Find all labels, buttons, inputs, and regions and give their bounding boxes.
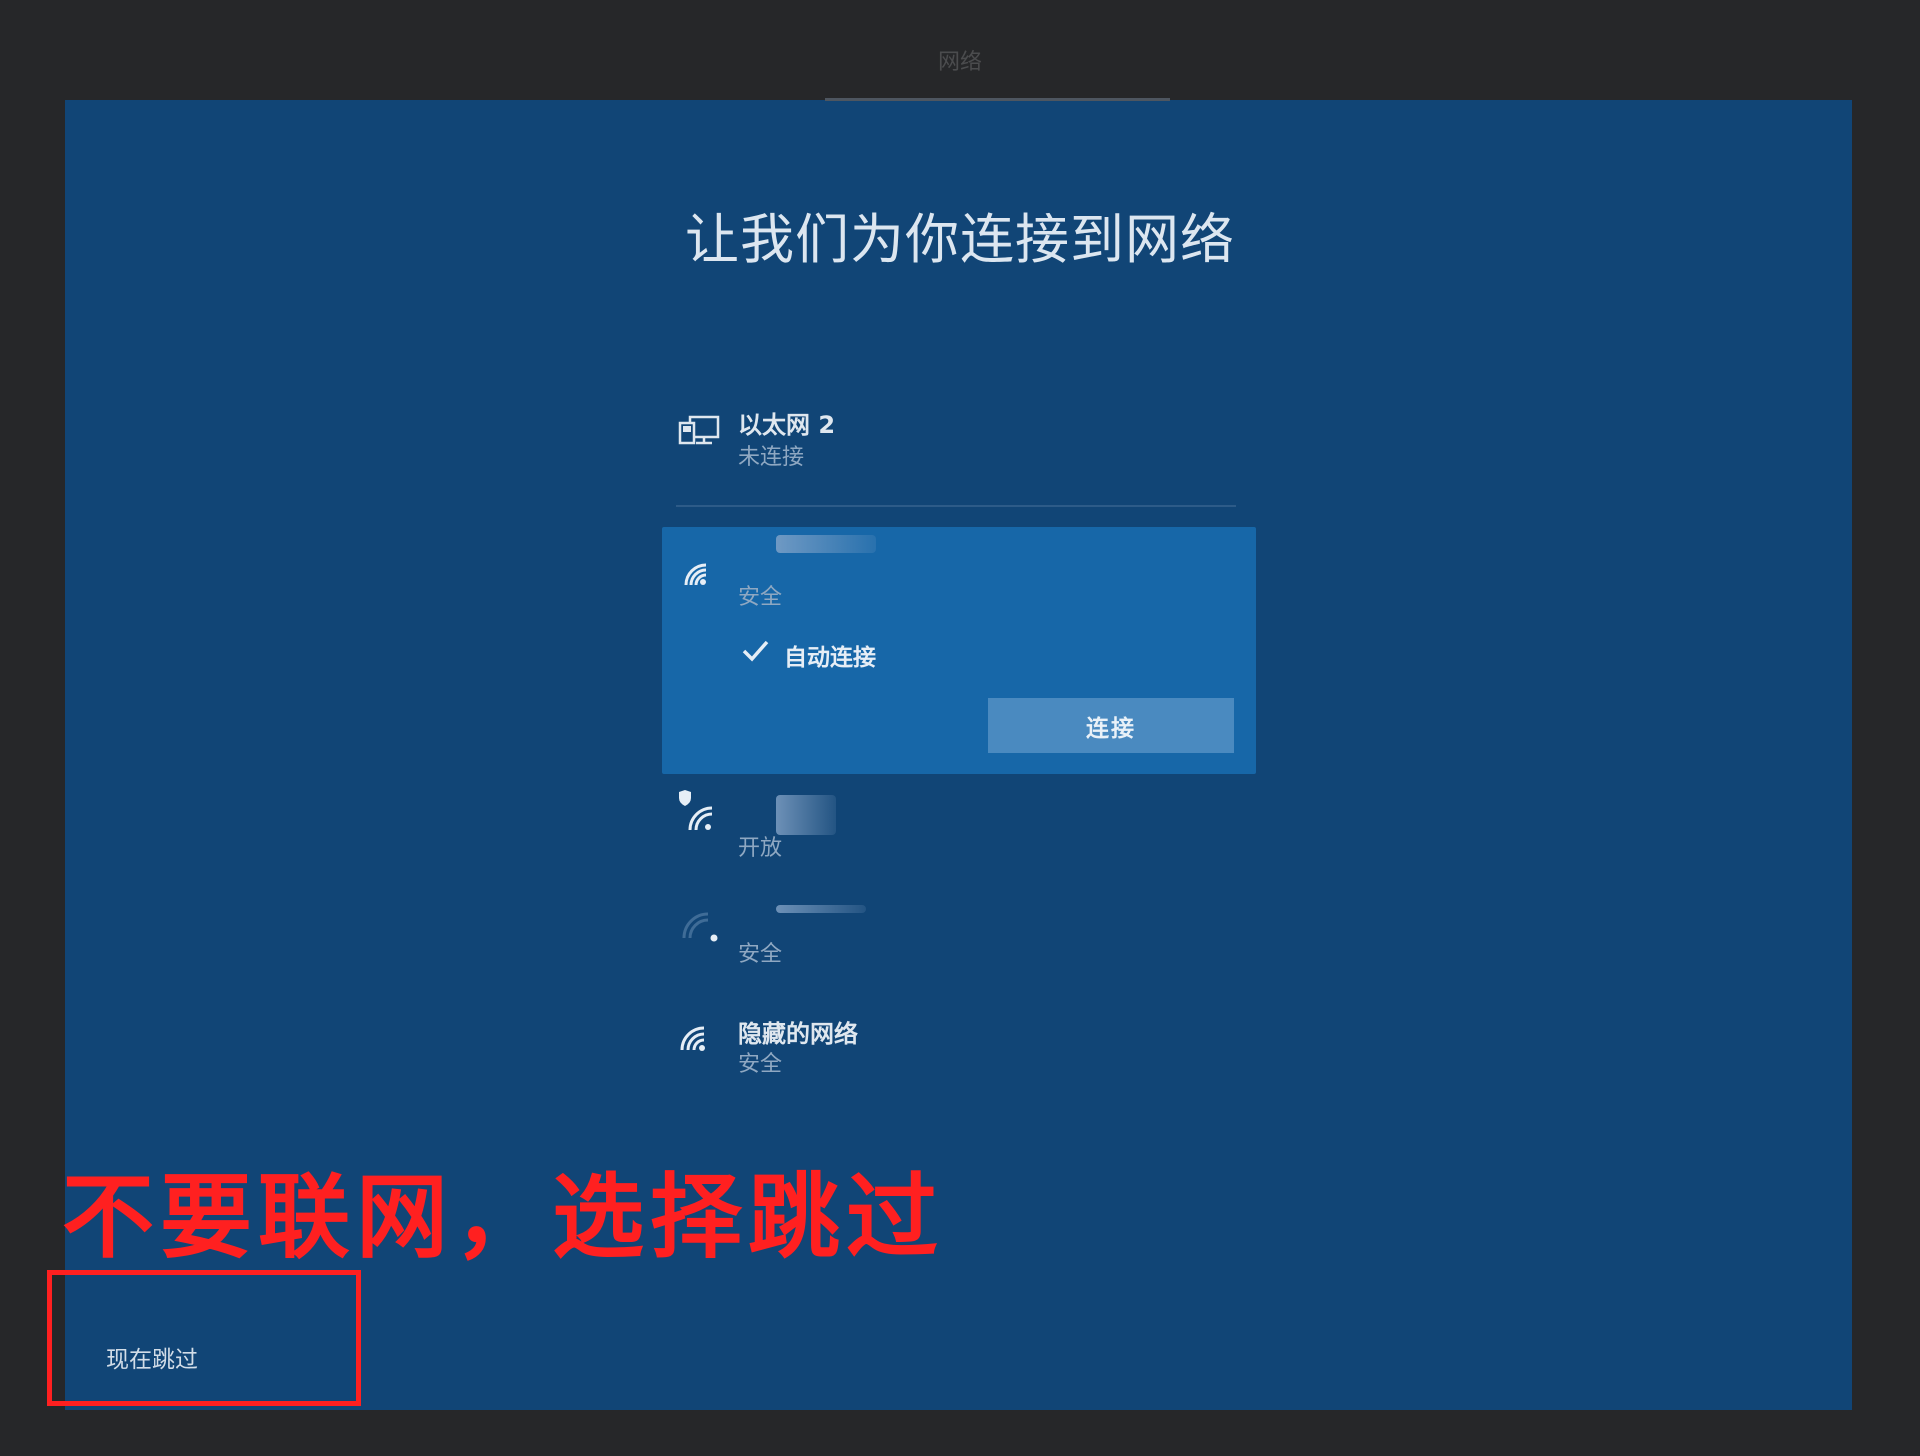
network-status: 开放 — [738, 836, 783, 861]
wifi-weak-icon — [676, 900, 726, 950]
checkmark-icon — [740, 636, 770, 666]
annotation-highlight-box — [47, 1270, 361, 1406]
network-item-wifi-selected[interactable]: 安全 — [676, 535, 1256, 625]
network-item-ethernet[interactable]: 以太网 2 未连接 — [676, 405, 1256, 475]
skip-now-link[interactable]: 现在跳过 — [106, 1340, 198, 1374]
network-item-hidden[interactable]: 隐藏的网络 安全 — [676, 1010, 1256, 1080]
annotation-text: 不要联网，选择跳过 — [62, 1164, 945, 1271]
wifi-icon — [676, 1010, 726, 1060]
window-title: 网络 — [937, 50, 982, 75]
screen-top-divider — [825, 98, 1170, 101]
wifi-icon — [676, 555, 726, 605]
connect-button[interactable]: 连接 — [988, 698, 1234, 753]
masked-network-name — [776, 905, 866, 913]
auto-connect-label: 自动连接 — [784, 645, 876, 671]
network-status: 安全 — [738, 585, 783, 610]
masked-network-name — [776, 795, 836, 835]
wifi-shield-icon — [676, 790, 726, 840]
page-title: 让我们为你连接到网络 — [685, 208, 1235, 271]
network-name: 隐藏的网络 — [738, 1020, 858, 1048]
masked-network-name — [776, 535, 876, 553]
network-item-wifi-weak[interactable]: 安全 — [676, 900, 1256, 970]
network-status: 安全 — [738, 1052, 783, 1077]
ethernet-icon — [676, 405, 726, 455]
divider — [676, 505, 1236, 507]
network-item-wifi-open[interactable]: 开放 — [676, 790, 1256, 861]
network-name: 以太网 2 — [738, 411, 836, 439]
network-status: 未连接 — [738, 445, 805, 470]
network-status: 安全 — [738, 942, 783, 967]
